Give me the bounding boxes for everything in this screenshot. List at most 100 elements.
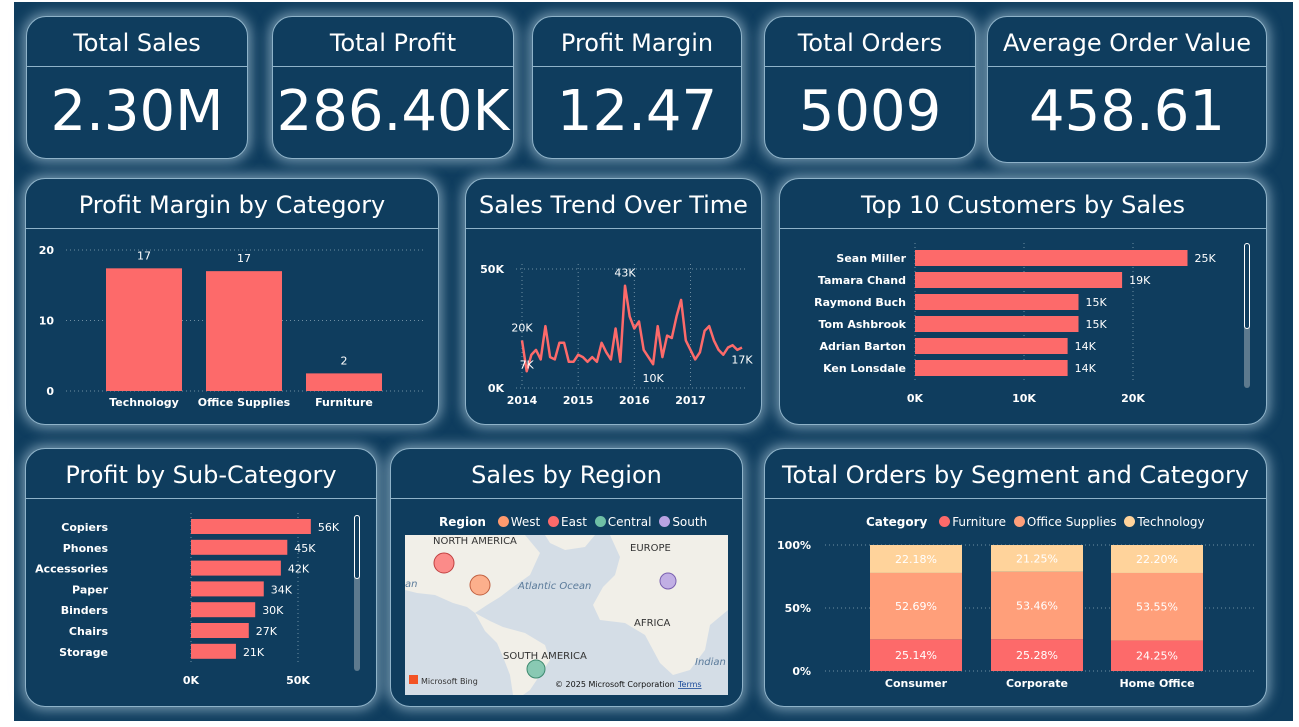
data-label: 30K bbox=[262, 604, 284, 617]
y-tick-label: 100% bbox=[777, 539, 811, 552]
kpi-title: Total Orders bbox=[765, 17, 975, 67]
data-label: 20K bbox=[511, 321, 533, 334]
kpi-card-average-order-value[interactable]: Average Order Value 458.61 bbox=[987, 16, 1267, 163]
x-tick-label: 0K bbox=[183, 674, 200, 687]
y-tick-label: 0% bbox=[792, 665, 811, 678]
legend-item[interactable]: Office Supplies bbox=[1027, 515, 1117, 529]
map-label-atlantic: Atlantic Ocean bbox=[517, 581, 591, 592]
data-label: 22.20% bbox=[1136, 553, 1178, 566]
scrollbar-thumb[interactable] bbox=[1244, 243, 1250, 329]
profit-margin-by-category-card[interactable]: Profit Margin by Category 0 10 20 17 Technol… bbox=[25, 178, 439, 425]
bar bbox=[191, 581, 264, 597]
bar bbox=[915, 294, 1079, 310]
map-bubble-west[interactable] bbox=[469, 574, 491, 596]
x-tick-label: 10K bbox=[1012, 392, 1036, 405]
top-customers-chart: 0K 10K 20K Sean Miller 25K Tamara Chand 19K Ray… bbox=[814, 243, 1217, 405]
data-label: 53.46% bbox=[1016, 599, 1058, 612]
chart-title: Top 10 Customers by Sales bbox=[780, 179, 1266, 229]
bar bbox=[915, 250, 1188, 266]
map-label-north-america: NORTH AMERICA bbox=[433, 536, 517, 547]
category-label: Home Office bbox=[1119, 677, 1194, 690]
data-label: 14K bbox=[1075, 362, 1097, 375]
data-label: 25.14% bbox=[895, 649, 937, 662]
legend-item[interactable]: East bbox=[561, 515, 587, 529]
data-label: 56K bbox=[318, 521, 340, 534]
data-label: 21K bbox=[243, 646, 265, 659]
bar bbox=[191, 623, 249, 638]
scrollbar[interactable] bbox=[1244, 243, 1250, 388]
x-tick-label: 2016 bbox=[619, 394, 650, 407]
profit-by-subcategory-card[interactable]: Profit by Sub-Category 0K 50K Copiers 56K Ph… bbox=[25, 448, 377, 707]
legend-item[interactable]: West bbox=[511, 515, 541, 529]
category-label: Adrian Barton bbox=[819, 340, 906, 353]
category-label: Ken Lonsdale bbox=[823, 362, 906, 375]
legend-item[interactable]: Technology bbox=[1137, 515, 1204, 529]
region-map[interactable]: NORTH AMERICA EUROPE Atlantic Ocean AFRI… bbox=[405, 535, 728, 695]
chart-title: Total Orders by Segment and Category bbox=[765, 449, 1266, 499]
y-tick-label: 50K bbox=[480, 263, 504, 276]
data-label: 45K bbox=[294, 542, 316, 555]
category-legend: Category Furniture Office Supplies Techn… bbox=[866, 515, 1205, 529]
scrollbar-thumb[interactable] bbox=[354, 515, 360, 579]
bar bbox=[191, 602, 256, 618]
data-label: 19K bbox=[1129, 274, 1151, 287]
x-tick-label: 2014 bbox=[507, 394, 538, 407]
map-label-africa: AFRICA bbox=[634, 618, 670, 629]
data-label: 24.25% bbox=[1136, 650, 1178, 663]
dashboard-canvas: Total Sales 2.30M Total Profit 286.40K P… bbox=[14, 2, 1293, 721]
data-label: 22.18% bbox=[895, 553, 937, 566]
kpi-value: 286.40K bbox=[276, 79, 510, 144]
kpi-value: 12.47 bbox=[556, 79, 718, 144]
scrollbar[interactable] bbox=[354, 515, 360, 671]
map-bubble-south[interactable] bbox=[659, 572, 677, 590]
category-label: Accessories bbox=[35, 563, 108, 576]
category-label: Binders bbox=[61, 604, 109, 617]
sales-trend-chart: 0K 50K 2014 2015 2016 2017 20K 7K 43K 10K 17K bbox=[480, 263, 753, 407]
data-label: 53.55% bbox=[1136, 601, 1178, 614]
kpi-value: 5009 bbox=[798, 79, 942, 144]
sales-by-region-card[interactable]: Sales by Region Region West East Central… bbox=[390, 448, 743, 707]
kpi-value: 458.61 bbox=[1029, 79, 1225, 144]
kpi-title: Total Profit bbox=[273, 17, 513, 67]
y-tick-label: 0K bbox=[488, 382, 505, 395]
kpi-card-total-profit[interactable]: Total Profit 286.40K bbox=[272, 16, 514, 159]
map-bubble-central[interactable] bbox=[526, 659, 546, 679]
legend-title: Region bbox=[439, 515, 486, 529]
legend-item[interactable]: Furniture bbox=[952, 515, 1006, 529]
legend-dot-icon bbox=[548, 516, 560, 527]
data-label: 25.28% bbox=[1016, 649, 1058, 662]
sales-trend-card[interactable]: Sales Trend Over Time 0K 50K 2014 2015 2016 2… bbox=[465, 178, 762, 425]
data-label: 25K bbox=[1195, 252, 1217, 265]
kpi-value: 2.30M bbox=[50, 79, 224, 144]
data-label: 14K bbox=[1075, 340, 1097, 353]
profit-subcategory-chart: 0K 50K Copiers 56K Phones 45K Accessories 42K Pa… bbox=[35, 513, 340, 687]
category-label: Paper bbox=[72, 583, 109, 596]
map-terms-link[interactable]: Terms bbox=[677, 680, 702, 689]
y-tick-label: 10 bbox=[39, 315, 55, 328]
kpi-card-total-orders[interactable]: Total Orders 5009 bbox=[764, 16, 976, 159]
x-tick-label: 20K bbox=[1121, 392, 1145, 405]
bar bbox=[306, 373, 382, 391]
category-label: Tamara Chand bbox=[818, 274, 906, 287]
chart-title: Sales Trend Over Time bbox=[466, 179, 761, 229]
orders-segment-category-card[interactable]: Total Orders by Segment and Category Cat… bbox=[764, 448, 1267, 707]
y-tick-label: 20 bbox=[39, 244, 55, 257]
legend-dot-icon bbox=[1124, 516, 1136, 527]
series-line bbox=[520, 284, 743, 373]
category-label: Sean Miller bbox=[836, 252, 906, 265]
legend-dot-icon bbox=[939, 516, 951, 527]
bar bbox=[915, 272, 1123, 288]
kpi-card-total-sales[interactable]: Total Sales 2.30M bbox=[26, 16, 248, 159]
kpi-title: Profit Margin bbox=[533, 17, 741, 67]
data-label: 15K bbox=[1086, 296, 1108, 309]
top-customers-card[interactable]: Top 10 Customers by Sales 0K 10K 20K Sean M… bbox=[779, 178, 1267, 425]
kpi-card-profit-margin[interactable]: Profit Margin 12.47 bbox=[532, 16, 742, 159]
legend-item[interactable]: South bbox=[672, 515, 707, 529]
legend-item[interactable]: Central bbox=[608, 515, 652, 529]
map-bubble-east[interactable] bbox=[433, 552, 455, 574]
bing-logo-icon bbox=[409, 675, 418, 684]
data-label: 34K bbox=[271, 583, 293, 596]
category-label: Technology bbox=[109, 396, 179, 409]
bar bbox=[106, 268, 182, 391]
region-legend: Region West East Central South bbox=[439, 515, 707, 529]
